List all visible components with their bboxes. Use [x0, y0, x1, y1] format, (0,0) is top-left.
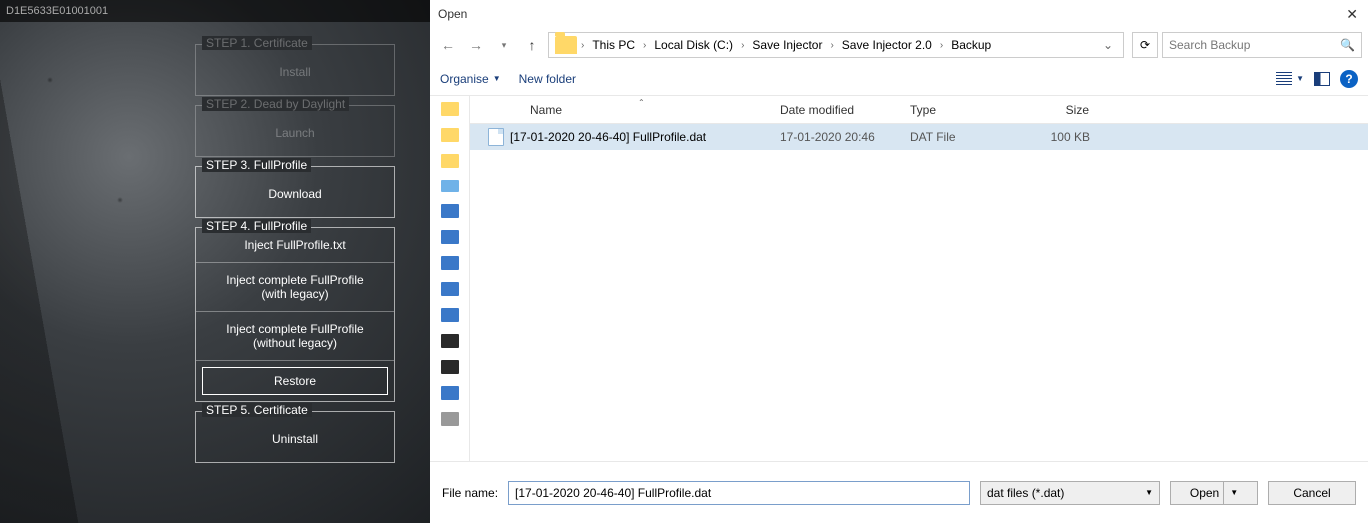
chevron-down-icon: ▼ — [1145, 488, 1153, 497]
inject-with-legacy-button[interactable]: Inject complete FullProfile (with legacy… — [196, 263, 394, 312]
step-1-certificate: STEP 1. Certificate Install — [195, 44, 395, 96]
file-rows: [17-01-2020 20-46-40] FullProfile.dat 17… — [470, 124, 1368, 461]
chevron-down-icon: ▼ — [493, 74, 501, 83]
open-split-dropdown[interactable]: ▼ — [1223, 482, 1238, 504]
bottom-bar: File name: dat files (*.dat) ▼ Open ▼ Ca… — [430, 461, 1368, 523]
open-button[interactable]: Open ▼ — [1170, 481, 1258, 505]
preview-pane-toggle[interactable] — [1314, 72, 1330, 86]
step-5-certificate: STEP 5. Certificate Uninstall — [195, 411, 395, 463]
crumb-save-injector[interactable]: Save Injector — [746, 36, 828, 54]
chevron-right-icon[interactable]: › — [643, 40, 646, 51]
this-pc-icon[interactable] — [441, 180, 459, 192]
search-placeholder: Search Backup — [1169, 38, 1250, 52]
crumb-backup[interactable]: Backup — [945, 36, 997, 54]
cancel-button-label: Cancel — [1293, 486, 1330, 500]
network-icon[interactable] — [441, 386, 459, 400]
forward-button[interactable]: → — [464, 33, 488, 57]
column-headers: ⌃ Name Date modified Type Size — [470, 96, 1368, 124]
step-legend: STEP 4. FullProfile — [202, 219, 311, 233]
view-menu[interactable]: ▼ — [1276, 72, 1304, 86]
chevron-down-icon: ▼ — [1296, 74, 1304, 83]
step-legend: STEP 2. Dead by Daylight — [202, 97, 349, 111]
folder-icon[interactable] — [441, 154, 459, 168]
new-folder-button[interactable]: New folder — [519, 72, 576, 86]
search-icon: 🔍 — [1340, 38, 1355, 52]
file-type: DAT File — [900, 130, 1020, 144]
app-panel: D1E5633E01001001 STEP 1. Certificate Ins… — [0, 0, 430, 523]
crumb-this-pc[interactable]: This PC — [586, 36, 641, 54]
drive-icon[interactable] — [441, 308, 459, 322]
step-legend: STEP 3. FullProfile — [202, 158, 311, 172]
download-button[interactable]: Download — [202, 181, 388, 207]
chevron-right-icon[interactable]: › — [830, 40, 833, 51]
search-input[interactable]: Search Backup 🔍 — [1162, 32, 1362, 58]
inject-txt-button[interactable]: Inject FullProfile.txt — [196, 228, 394, 263]
restore-button[interactable]: Restore — [202, 367, 388, 395]
drive-icon[interactable] — [441, 412, 459, 426]
step-legend: STEP 5. Certificate — [202, 403, 312, 417]
inject-without-legacy-button[interactable]: Inject complete FullProfile (without leg… — [196, 312, 394, 361]
col-name[interactable]: Name — [470, 103, 770, 117]
chevron-right-icon[interactable]: › — [581, 40, 584, 51]
sort-indicator-icon: ⌃ — [638, 98, 645, 107]
drive-icon[interactable] — [441, 256, 459, 270]
dialog-title: Open — [438, 7, 467, 21]
filetype-value: dat files (*.dat) — [987, 486, 1064, 500]
recent-dropdown[interactable]: ▾ — [492, 33, 516, 57]
filename-label: File name: — [442, 486, 498, 500]
launch-button[interactable]: Launch — [202, 120, 388, 146]
close-icon[interactable]: ✕ — [1346, 6, 1358, 23]
drive-icon[interactable] — [441, 282, 459, 296]
crumb-save-injector-2[interactable]: Save Injector 2.0 — [836, 36, 938, 54]
drive-icon[interactable] — [441, 360, 459, 374]
filename-input[interactable] — [508, 481, 970, 505]
step-3-fullprofile: STEP 3. FullProfile Download — [195, 166, 395, 218]
file-row[interactable]: [17-01-2020 20-46-40] FullProfile.dat 17… — [470, 124, 1368, 150]
organise-menu[interactable]: Organise ▼ — [440, 72, 501, 86]
app-titlebar: D1E5633E01001001 — [0, 0, 430, 22]
file-size: 100 KB — [1020, 130, 1100, 144]
drive-icon[interactable] — [441, 230, 459, 244]
file-date: 17-01-2020 20:46 — [770, 130, 900, 144]
navigation-pane[interactable] — [430, 96, 470, 461]
uninstall-button[interactable]: Uninstall — [202, 426, 388, 452]
file-name: [17-01-2020 20-46-40] FullProfile.dat — [510, 130, 706, 144]
folder-icon[interactable] — [441, 102, 459, 116]
up-button[interactable]: ↑ — [520, 33, 544, 57]
refresh-button[interactable]: ⟳ — [1132, 32, 1158, 58]
crumb-dropdown[interactable]: ⌄ — [1097, 38, 1119, 52]
col-size[interactable]: Size — [1020, 103, 1100, 117]
open-dialog: Open ✕ ← → ▾ ↑ › This PC › Local Disk (C… — [430, 0, 1368, 523]
folder-icon — [555, 36, 577, 54]
col-type[interactable]: Type — [900, 103, 1020, 117]
back-button[interactable]: ← — [436, 33, 460, 57]
toolbar: Organise ▼ New folder ▼ ? — [430, 62, 1368, 96]
chevron-right-icon[interactable]: › — [940, 40, 943, 51]
app-title: D1E5633E01001001 — [6, 5, 108, 17]
breadcrumb-bar[interactable]: › This PC › Local Disk (C:) › Save Injec… — [548, 32, 1124, 58]
drive-icon[interactable] — [441, 204, 459, 218]
dialog-titlebar: Open ✕ — [430, 0, 1368, 28]
step-4-fullprofile: STEP 4. FullProfile Inject FullProfile.t… — [195, 227, 395, 402]
drive-icon[interactable] — [441, 334, 459, 348]
cancel-button[interactable]: Cancel — [1268, 481, 1356, 505]
col-date[interactable]: Date modified — [770, 103, 900, 117]
filetype-select[interactable]: dat files (*.dat) ▼ — [980, 481, 1160, 505]
file-list-pane: ⌃ Name Date modified Type Size [17-01-20… — [470, 96, 1368, 461]
steps-container: STEP 1. Certificate Install STEP 2. Dead… — [195, 44, 395, 472]
folder-icon[interactable] — [441, 128, 459, 142]
file-icon — [488, 128, 504, 146]
step-legend: STEP 1. Certificate — [202, 36, 312, 50]
nav-row: ← → ▾ ↑ › This PC › Local Disk (C:) › Sa… — [430, 28, 1368, 62]
open-button-label: Open — [1190, 486, 1219, 500]
dialog-body: ⌃ Name Date modified Type Size [17-01-20… — [430, 96, 1368, 461]
step-2-dbd: STEP 2. Dead by Daylight Launch — [195, 105, 395, 157]
chevron-right-icon[interactable]: › — [741, 40, 744, 51]
view-list-icon — [1276, 72, 1292, 86]
crumb-local-disk[interactable]: Local Disk (C:) — [648, 36, 739, 54]
install-button[interactable]: Install — [202, 59, 388, 85]
help-icon[interactable]: ? — [1340, 70, 1358, 88]
organise-label: Organise — [440, 72, 489, 86]
